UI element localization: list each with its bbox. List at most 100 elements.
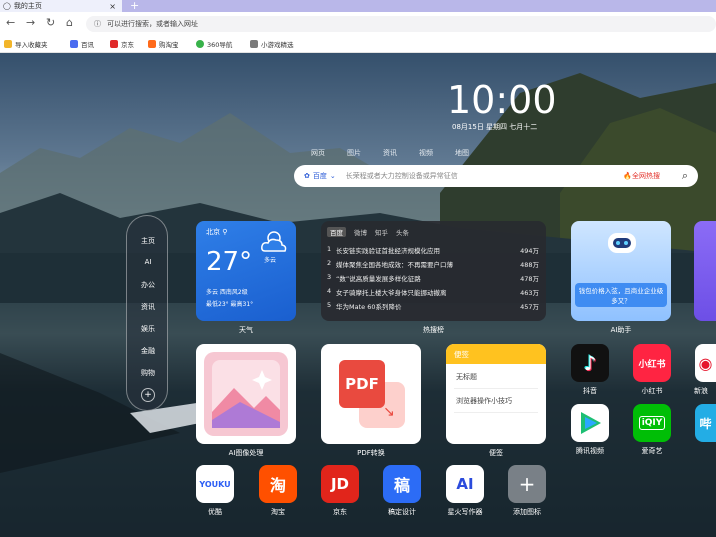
- partial-card[interactable]: [694, 221, 716, 321]
- app-label: 淘宝: [271, 508, 285, 516]
- baidu-paw-icon: ✿: [304, 172, 310, 180]
- youku-app[interactable]: YOUKU: [196, 465, 234, 503]
- note-item[interactable]: 无标题: [456, 372, 477, 382]
- weather-card[interactable]: 北京 ⚲ 27° 多云 多云 西南风2级 最低23° 最高31°: [196, 221, 296, 321]
- bookmark-icon: [196, 39, 204, 48]
- weibo-app[interactable]: ◉: [695, 344, 716, 382]
- weather-location: 北京 ⚲: [206, 228, 228, 236]
- search-tab[interactable]: 视频: [419, 148, 433, 158]
- divider: [454, 388, 538, 389]
- close-tab-icon[interactable]: ×: [109, 2, 116, 11]
- cloud-sun-icon: [261, 231, 287, 252]
- app-label: 添加图标: [513, 508, 541, 516]
- side-nav-item-finance[interactable]: 金融: [127, 346, 169, 356]
- search-engine-selector[interactable]: ✿ 百度 ⌄: [304, 171, 336, 181]
- search-tab[interactable]: 地图: [455, 148, 469, 158]
- bookmark-item[interactable]: 360导航: [196, 39, 232, 49]
- ai-caption: AI助手: [610, 326, 632, 334]
- hot-list-item[interactable]: 4 女子骑摩托上楼大爷身体只能挪动撤离 463万: [327, 287, 539, 297]
- bookmark-icon: [110, 39, 118, 48]
- taobao-icon: 淘: [269, 476, 286, 495]
- robot-icon: [608, 233, 636, 253]
- bookmark-import[interactable]: 导入收藏夹: [4, 39, 48, 49]
- reload-icon[interactable]: ↻: [46, 16, 55, 29]
- hot-tab[interactable]: 微博: [354, 227, 367, 237]
- hot-list-item[interactable]: 1 长安链实践验证首批经济规模化应用 494万: [327, 245, 539, 255]
- ai-image-tool[interactable]: [196, 344, 296, 444]
- page-icon: ◯: [3, 2, 11, 10]
- hot-search-card: 百度 微博 知乎 头条 1 长安链实践验证首批经济规模化应用 494万 2 媒体聚焦全…: [321, 221, 546, 321]
- douyin-app[interactable]: ♪: [571, 344, 609, 382]
- bookmark-icon: [250, 39, 258, 48]
- pdf-converter[interactable]: PDF ↘: [321, 344, 421, 444]
- pdf-icon: PDF: [339, 360, 385, 408]
- hot-tab[interactable]: 头条: [396, 227, 409, 237]
- new-tab-button[interactable]: +: [130, 0, 139, 12]
- youku-icon: YOUKU: [199, 479, 231, 489]
- hot-search-button[interactable]: 🔥全网热搜: [623, 171, 660, 181]
- jd-icon: JD: [330, 475, 350, 493]
- new-tab-page: 10:00 08月15日 星期四 七月十二 网页 图片 资讯 视频 地图 ✿ 百…: [0, 53, 716, 537]
- side-nav-item-ai[interactable]: AI: [127, 258, 169, 266]
- hot-tab[interactable]: 百度: [327, 227, 346, 237]
- search-tab[interactable]: 网页: [311, 148, 325, 158]
- hot-list-item[interactable]: 5 华为Mate 60系列降价 457万: [327, 301, 539, 311]
- gaoding-icon: 稿: [393, 476, 410, 495]
- plus-icon: +: [518, 472, 536, 496]
- back-icon[interactable]: ←: [6, 16, 15, 29]
- clock-time: 10:00: [447, 78, 557, 122]
- search-placeholder: 长荣程或者大力控制设备或异常征信: [345, 172, 458, 180]
- bookmark-item[interactable]: 京东: [110, 39, 134, 49]
- app-label: 京东: [333, 508, 347, 516]
- bookmark-item[interactable]: 购淘宝: [148, 39, 179, 49]
- hot-list-item[interactable]: 2 媒体聚焦全国各地成效：不再需要户口薄 488万: [327, 259, 539, 269]
- folder-icon: [4, 39, 12, 48]
- bilibili-app[interactable]: 哔: [695, 404, 716, 442]
- tencent-video-app[interactable]: [571, 404, 609, 442]
- clock-date: 08月15日 星期四 七月十二: [452, 123, 538, 131]
- gaoding-app[interactable]: 稿: [383, 465, 421, 503]
- side-nav-item-office[interactable]: 办公: [127, 280, 169, 290]
- side-nav-item-home[interactable]: 主页: [127, 236, 169, 246]
- app-label: 稿定设计: [388, 508, 416, 516]
- iqiyi-app[interactable]: iQIY: [633, 404, 671, 442]
- bookmark-item[interactable]: 小游戏精选: [250, 39, 294, 49]
- side-nav: 主页 AI 办公 资讯 娱乐 金融 购物 +: [126, 215, 168, 411]
- app-label: 优酷: [208, 508, 222, 516]
- note-item[interactable]: 浏览器操作小技巧: [456, 396, 512, 406]
- home-icon[interactable]: ⌂: [66, 16, 73, 29]
- weather-wind: 多云 西南风2级: [206, 289, 248, 296]
- arrow-down-right-icon: ↘: [383, 404, 395, 420]
- bookmark-item[interactable]: 百讯: [70, 39, 94, 49]
- search-icon[interactable]: ⌕: [682, 169, 688, 183]
- search-tab[interactable]: 资讯: [383, 148, 397, 158]
- hot-list-tabs: 百度 微博 知乎 头条: [327, 227, 409, 237]
- iqiyi-icon: iQIY: [638, 416, 666, 430]
- ai-assistant-card[interactable]: 钱包价格入弦，且商业企业级多又？: [571, 221, 671, 321]
- play-icon: [581, 412, 601, 434]
- bookmark-icon: [148, 39, 156, 48]
- notes-card[interactable]: 便签 无标题 浏览器操作小技巧: [446, 344, 546, 444]
- xiaohongshu-icon: 小红书: [638, 359, 666, 370]
- app-label: AI图像处理: [228, 449, 264, 457]
- hot-list-caption: 热搜榜: [423, 326, 444, 334]
- search-box[interactable]: ✿ 百度 ⌄ 长荣程或者大力控制设备或异常征信 🔥全网热搜 ⌕: [294, 165, 698, 187]
- hot-tab[interactable]: 知乎: [375, 227, 388, 237]
- weather-range: 最低23° 最高31°: [206, 301, 254, 308]
- address-bar[interactable]: ⓘ 可以进行搜索，或者输入网址: [86, 16, 716, 32]
- tab-home[interactable]: ◯ 我的主页 ×: [0, 0, 122, 12]
- forward-icon[interactable]: →: [26, 16, 35, 29]
- jd-app[interactable]: JD: [321, 465, 359, 503]
- taobao-app[interactable]: 淘: [259, 465, 297, 503]
- xiaohongshu-app[interactable]: 小红书: [633, 344, 671, 382]
- app-label: PDF转换: [357, 449, 385, 457]
- side-nav-item-entertainment[interactable]: 娱乐: [127, 324, 169, 334]
- side-nav-item-shopping[interactable]: 购物: [127, 368, 169, 378]
- xinghuo-writer-app[interactable]: AI: [446, 465, 484, 503]
- add-icon-button[interactable]: +: [508, 465, 546, 503]
- add-category-button[interactable]: +: [141, 388, 155, 402]
- side-nav-item-news[interactable]: 资讯: [127, 302, 169, 312]
- search-tab[interactable]: 图片: [347, 148, 361, 158]
- hot-list-item[interactable]: 3 “数”说高质量发展多样化征路 478万: [327, 273, 539, 283]
- address-placeholder: 可以进行搜索，或者输入网址: [107, 20, 198, 28]
